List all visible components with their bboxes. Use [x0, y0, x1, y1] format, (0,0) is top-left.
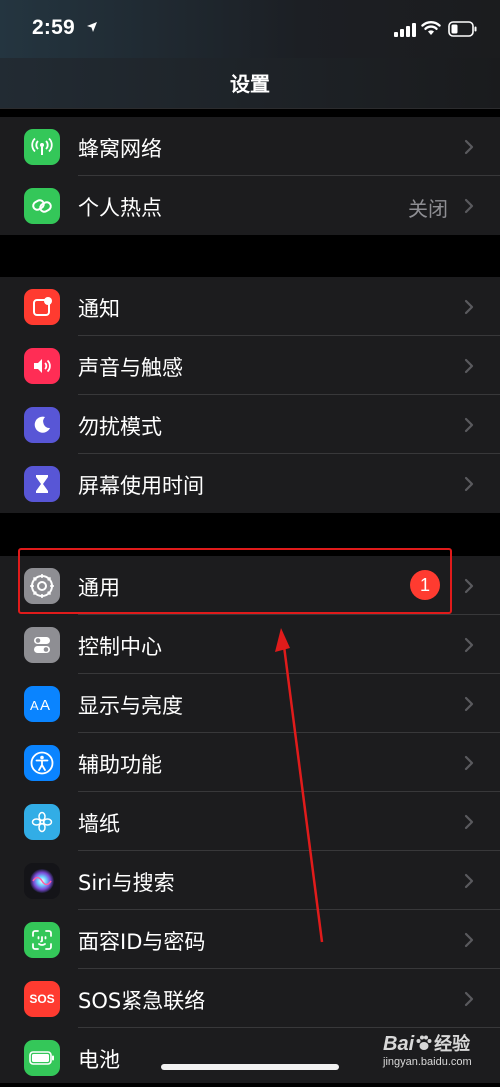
link-icon: [24, 188, 60, 224]
chevron-right-icon: [464, 578, 474, 594]
chevron-right-icon: [464, 299, 474, 315]
settings-row-sos[interactable]: SOS SOS紧急联络: [0, 969, 500, 1028]
wifi-icon: [421, 21, 441, 35]
chevron-right-icon: [464, 814, 474, 830]
settings-row-label: 屏幕使用时间: [78, 474, 204, 498]
highlight-box: [18, 548, 452, 614]
chevron-right-icon: [464, 755, 474, 771]
chevron-right-icon: [464, 696, 474, 712]
speaker-icon: [24, 348, 60, 384]
hotspot-status-value: 关闭: [408, 197, 448, 221]
settings-row-label: 电池: [78, 1048, 120, 1072]
nav-bar: 设置: [0, 58, 500, 109]
settings-row-label: 声音与触感: [78, 356, 183, 380]
chevron-right-icon: [464, 476, 474, 492]
chevron-right-icon: [464, 417, 474, 433]
watermark: Bai 经验 jingyan.baidu.com: [383, 1030, 472, 1068]
svg-text:A: A: [30, 698, 39, 713]
accessibility-icon: [24, 745, 60, 781]
settings-row-cellular[interactable]: 蜂窝网络: [0, 117, 500, 176]
battery-icon: [448, 21, 477, 37]
settings-row-sounds[interactable]: 声音与触感: [0, 336, 500, 395]
settings-row-label: 个人热点: [78, 196, 162, 220]
settings-row-hotspot[interactable]: 个人热点 关闭: [0, 176, 500, 235]
settings-row-face-id[interactable]: 面容ID与密码: [0, 910, 500, 969]
settings-row-label: 勿扰模式: [78, 415, 162, 439]
notification-icon: [24, 289, 60, 325]
svg-text:A: A: [40, 697, 50, 714]
settings-row-notifications[interactable]: 通知: [0, 277, 500, 336]
chevron-right-icon: [464, 139, 474, 155]
sos-icon-text: SOS: [29, 992, 55, 1006]
toggles-icon: [24, 627, 60, 663]
settings-row-label: Siri与搜索: [78, 871, 175, 895]
chevron-right-icon: [464, 198, 474, 214]
sos-icon: SOS: [24, 981, 60, 1017]
settings-group-notifications: 通知 声音与触感 勿扰模式 屏幕使用时间: [0, 277, 500, 513]
watermark-brand: Bai: [383, 1033, 415, 1055]
settings-row-label: 显示与亮度: [78, 694, 183, 718]
settings-row-accessibility[interactable]: 辅助功能: [0, 733, 500, 792]
page-title: 设置: [230, 72, 270, 96]
watermark-domain: jingyan.baidu.com: [383, 1056, 472, 1068]
battery-settings-icon: [24, 1040, 60, 1076]
siri-icon: [24, 863, 60, 899]
flower-icon: [24, 804, 60, 840]
chevron-right-icon: [464, 358, 474, 374]
settings-row-label: 蜂窝网络: [78, 137, 162, 161]
settings-row-control-center[interactable]: 控制中心: [0, 615, 500, 674]
chevron-right-icon: [464, 991, 474, 1007]
text-size-icon: A A: [24, 686, 60, 722]
status-bar: 2:59: [0, 0, 500, 58]
chevron-right-icon: [464, 637, 474, 653]
settings-row-screen-time[interactable]: 屏幕使用时间: [0, 454, 500, 513]
settings-row-label: 辅助功能: [78, 753, 162, 777]
paw-icon: [415, 1034, 433, 1057]
cellular-signal-icon: [394, 23, 416, 37]
settings-row-label: 墙纸: [78, 812, 120, 836]
location-arrow-icon: [87, 22, 97, 32]
home-indicator[interactable]: [161, 1064, 339, 1070]
settings-row-siri[interactable]: Siri与搜索: [0, 851, 500, 910]
hourglass-icon: [24, 466, 60, 502]
settings-row-label: 通知: [78, 297, 120, 321]
chevron-right-icon: [464, 873, 474, 889]
settings-row-label: 控制中心: [78, 635, 162, 659]
settings-row-wallpaper[interactable]: 墙纸: [0, 792, 500, 851]
settings-group-connectivity: 蜂窝网络 个人热点 关闭: [0, 117, 500, 235]
face-id-icon: [24, 922, 60, 958]
settings-row-do-not-disturb[interactable]: 勿扰模式: [0, 395, 500, 454]
watermark-word: 经验: [434, 1034, 471, 1054]
settings-row-label: SOS紧急联络: [78, 989, 206, 1013]
settings-row-label: 面容ID与密码: [78, 930, 206, 954]
antenna-icon: [24, 129, 60, 165]
moon-icon: [24, 407, 60, 443]
status-time: 2:59: [32, 16, 75, 39]
settings-row-display[interactable]: A A 显示与亮度: [0, 674, 500, 733]
chevron-right-icon: [464, 932, 474, 948]
settings-group-general: 通用 1 控制中心 A A 显示与亮度 辅助功能 墙纸 Siri与搜索 面容ID…: [0, 556, 500, 1083]
